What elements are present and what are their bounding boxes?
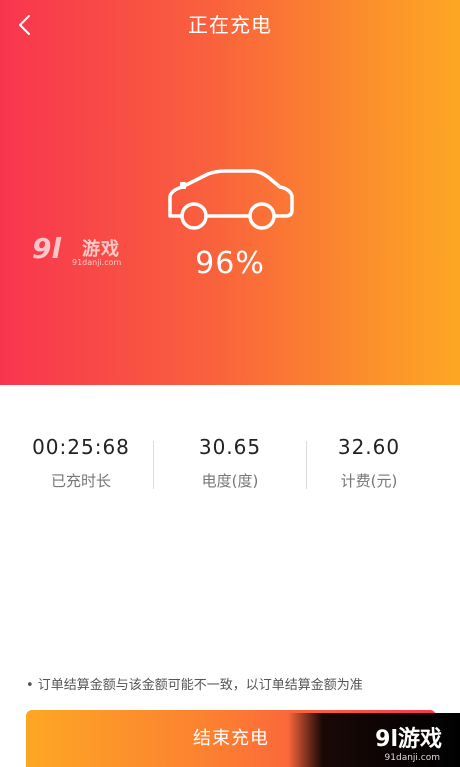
watermark-logo: 9l 游戏 91danji.com [32, 232, 132, 272]
car-icon [164, 168, 296, 232]
stat-duration: 00:25:68 已充时长 [5, 425, 157, 491]
watermark-corner-url: 91danji.com [384, 753, 440, 763]
watermark-corner: 9l游戏 91danji.com [288, 713, 460, 767]
watermark-corner-brand: 9l游戏 [375, 727, 442, 752]
charging-stats: 00:25:68 已充时长 30.65 电度(度) 32.60 计费(元) [0, 425, 460, 500]
stat-cost-label: 计费(元) [340, 472, 398, 490]
stat-energy-value: 30.65 [198, 435, 262, 459]
stat-duration-value: 00:25:68 [32, 435, 130, 459]
charging-header-panel: 正在充电 96% 9l 游戏 91danji.com [0, 0, 460, 385]
settlement-notice: • 订单结算金额与该金额可能不一致，以订单结算金额为准 [26, 678, 363, 693]
watermark-logo-mark: 9l [32, 232, 62, 265]
stat-cost-value: 32.60 [337, 435, 401, 459]
stat-cost: 32.60 计费(元) [293, 425, 445, 491]
stat-energy-label: 电度(度) [201, 472, 259, 490]
stat-duration-label: 已充时长 [50, 472, 111, 490]
page-title: 正在充电 [188, 13, 272, 37]
watermark-url: 91danji.com [72, 258, 122, 267]
stat-energy: 30.65 电度(度) [154, 425, 306, 491]
